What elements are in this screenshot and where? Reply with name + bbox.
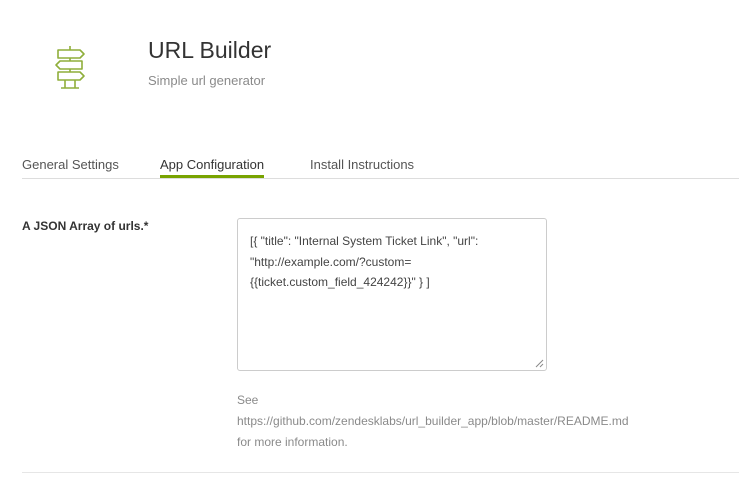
settings-tabs: General Settings App Configuration Insta… [22,157,739,179]
urls-json-textarea[interactable]: [{ "title": "Internal System Ticket Link… [237,218,547,371]
app-title: URL Builder [148,37,272,63]
app-subtitle: Simple url generator [148,73,266,88]
help-line-more-info: for more information. [237,435,348,449]
tab-install-instructions[interactable]: Install Instructions [310,157,414,172]
readme-link[interactable]: https://github.com/zendesklabs/url_build… [237,411,629,432]
urls-json-value[interactable]: [{ "title": "Internal System Ticket Link… [250,231,518,293]
tab-app-configuration[interactable]: App Configuration [160,157,265,178]
urls-field-label: A JSON Array of urls.* [22,219,149,233]
tab-general-settings[interactable]: General Settings [22,157,119,172]
resize-handle-icon[interactable] [535,359,544,368]
signpost-icon [52,44,88,90]
divider [22,472,739,473]
help-line-see: See [237,393,259,407]
field-help-text: See https://github.com/zendesklabs/url_b… [237,390,629,453]
